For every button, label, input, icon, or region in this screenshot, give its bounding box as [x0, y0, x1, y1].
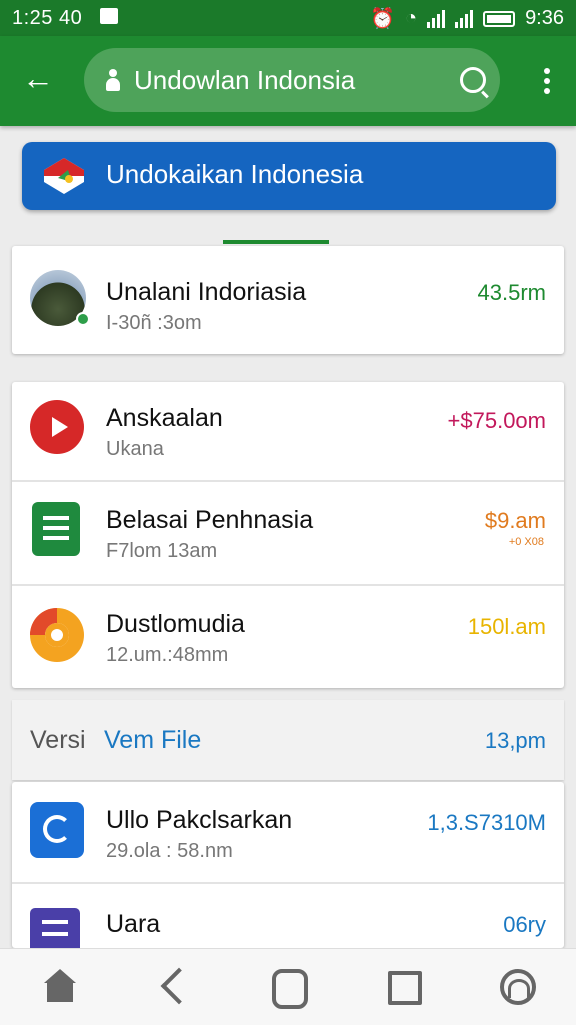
item-value: 43.5rm: [477, 280, 546, 305]
section-link[interactable]: Vem File: [104, 726, 201, 755]
featured-card[interactable]: Unalani Indoriasia I-30ñ :3om 43.5rm: [12, 246, 564, 354]
shield-icon: [30, 802, 84, 858]
back-nav-icon[interactable]: [158, 969, 194, 1005]
section-header[interactable]: Versi Vem File 13,pm: [12, 700, 564, 780]
notification-icon: [100, 8, 118, 24]
back-arrow-icon[interactable]: ←: [22, 62, 54, 94]
item-title: Uara: [106, 910, 161, 938]
tab-indicator: [223, 240, 329, 244]
item-value: $9.am: [484, 508, 546, 533]
item-subtitle: Ukana: [106, 438, 164, 460]
section-label: Versi: [30, 726, 86, 754]
item-value: 1,3.S7310M: [427, 810, 546, 835]
avatar: [30, 270, 90, 326]
item-value: 06ry: [503, 912, 546, 937]
person-pin-icon: [106, 69, 120, 91]
banner[interactable]: Undokaikan Indonesia: [22, 142, 556, 210]
item-title: Ullo Pakclsarkan: [106, 806, 293, 834]
search-query[interactable]: Undowlan Indonsia: [134, 65, 460, 96]
search-box[interactable]: Undowlan Indonsia: [84, 48, 500, 112]
app-bar: ← Undowlan Indonsia: [0, 36, 576, 126]
item-value: +$75.0om: [447, 408, 546, 433]
item-title: Unalani Indoriasia: [106, 278, 307, 306]
list-card-2: Ullo Pakclsarkan 29.ola : 58.nm 1,3.S731…: [12, 782, 564, 964]
item-value: 150l.am: [467, 614, 546, 639]
home-icon[interactable]: [42, 969, 78, 1005]
chart-icon: [30, 608, 84, 662]
wifi-icon: ◔: [404, 7, 418, 29]
list-item[interactable]: Unalani Indoriasia I-30ñ :3om 43.5rm: [12, 246, 564, 354]
home-button-icon[interactable]: [270, 969, 308, 1009]
list-item[interactable]: Ullo Pakclsarkan 29.ola : 58.nm 1,3.S731…: [12, 782, 564, 882]
section-value: 13,pm: [484, 728, 546, 753]
item-subtitle: 29.ola : 58.nm: [106, 840, 233, 862]
battery-icon: [483, 10, 516, 27]
signal-icon-2: [455, 9, 474, 28]
profile-icon[interactable]: [500, 969, 536, 1005]
item-title: Anskaalan: [106, 404, 223, 432]
play-icon: [30, 400, 84, 454]
online-status-icon: [76, 312, 90, 326]
item-title: Dustlomudia: [106, 610, 245, 638]
signal-icon: [427, 9, 446, 28]
banner-title: Undokaikan Indonesia: [106, 159, 364, 189]
item-subvalue: +0 X08: [508, 536, 544, 548]
recents-icon[interactable]: [386, 969, 422, 1005]
search-icon[interactable]: [460, 67, 486, 93]
navigation-bar: [0, 948, 576, 1025]
status-time: 1:25 40: [12, 7, 83, 29]
alarm-icon: ⏰: [370, 8, 395, 30]
list-card: Anskaalan Ukana +$75.0om Belasai Penhnas…: [12, 382, 564, 688]
list-item[interactable]: Dustlomudia 12.um.:48mm 150l.am: [12, 586, 564, 688]
status-icons: ⏰ ◔ 9:36: [370, 6, 564, 31]
list-item[interactable]: Anskaalan Ukana +$75.0om: [12, 382, 564, 480]
document-icon: [32, 502, 80, 556]
list-item[interactable]: Uara 06ry: [12, 884, 564, 964]
item-subtitle: F7lom 13am: [106, 540, 218, 562]
list-item[interactable]: Belasai Penhnasia F7lom 13am $9.am +0 X0…: [12, 482, 564, 584]
status-bar: 1:25 40 ⏰ ◔ 9:36: [0, 0, 576, 36]
item-subtitle: I-30ñ :3om: [106, 312, 202, 334]
more-options-icon[interactable]: [544, 68, 550, 98]
item-title: Belasai Penhnasia: [106, 506, 314, 534]
item-subtitle: 12.um.:48mm: [106, 644, 229, 666]
indonesia-flag-icon: [44, 158, 84, 194]
battery-time: 9:36: [525, 7, 564, 29]
